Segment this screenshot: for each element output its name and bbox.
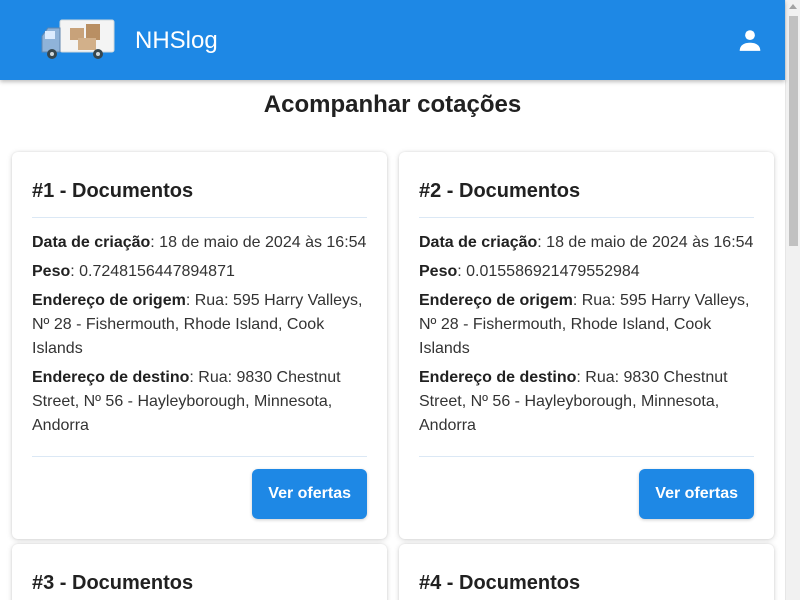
created-value: 18 de maio de 2024 às 16:54 (159, 234, 367, 251)
scroll-thumb[interactable] (789, 16, 798, 246)
weight-value: 0.015586921479552984 (466, 263, 640, 280)
scroll-up-arrow-icon[interactable] (789, 4, 797, 9)
quote-card: #1 - Documentos Data de criação: 18 de m… (12, 152, 387, 539)
quote-title: #2 - Documentos (419, 180, 581, 202)
quote-card: #4 - Documentos (399, 544, 774, 600)
view-offers-button[interactable]: Ver ofertas (252, 469, 367, 519)
created-field: Data de criação: 18 de maio de 2024 às 1… (32, 234, 367, 251)
origin-label: Endereço de origem (32, 292, 186, 309)
origin-field: Endereço de origem: Rua: 595 Harry Valle… (32, 292, 363, 357)
view-offers-button[interactable]: Ver ofertas (639, 469, 754, 519)
destination-label: Endereço de destino (32, 369, 190, 386)
page-scrollbar[interactable] (785, 0, 800, 600)
weight-label: Peso (419, 263, 458, 280)
origin-label: Endereço de origem (419, 292, 573, 309)
created-label: Data de criação (32, 234, 151, 251)
quote-title: #3 - Documentos (32, 572, 194, 594)
weight-label: Peso (32, 263, 71, 280)
brand-name: NHSlog (135, 27, 218, 54)
created-field: Data de criação: 18 de maio de 2024 às 1… (419, 234, 754, 251)
created-value: 18 de maio de 2024 às 16:54 (546, 234, 754, 251)
weight-field: Peso: 0.015586921479552984 (419, 263, 640, 280)
weight-field: Peso: 0.7248156447894871 (32, 263, 235, 280)
quote-card: #2 - Documentos Data de criação: 18 de m… (399, 152, 774, 539)
app-bar: NHSlog (0, 0, 785, 80)
destination-field: Endereço de destino: Rua: 9830 Chestnut … (32, 369, 341, 434)
weight-value: 0.7248156447894871 (79, 263, 235, 280)
quote-card: #3 - Documentos (12, 544, 387, 600)
delivery-truck-icon[interactable] (40, 18, 116, 62)
destination-label: Endereço de destino (419, 369, 577, 386)
destination-field: Endereço de destino: Rua: 9830 Chestnut … (419, 369, 728, 434)
page-title: Acompanhar cotações (263, 91, 522, 118)
quote-title: #4 - Documentos (419, 572, 581, 594)
origin-field: Endereço de origem: Rua: 595 Harry Valle… (419, 292, 750, 357)
created-label: Data de criação (419, 234, 538, 251)
account-icon[interactable] (737, 27, 763, 53)
quote-title: #1 - Documentos (32, 180, 194, 202)
